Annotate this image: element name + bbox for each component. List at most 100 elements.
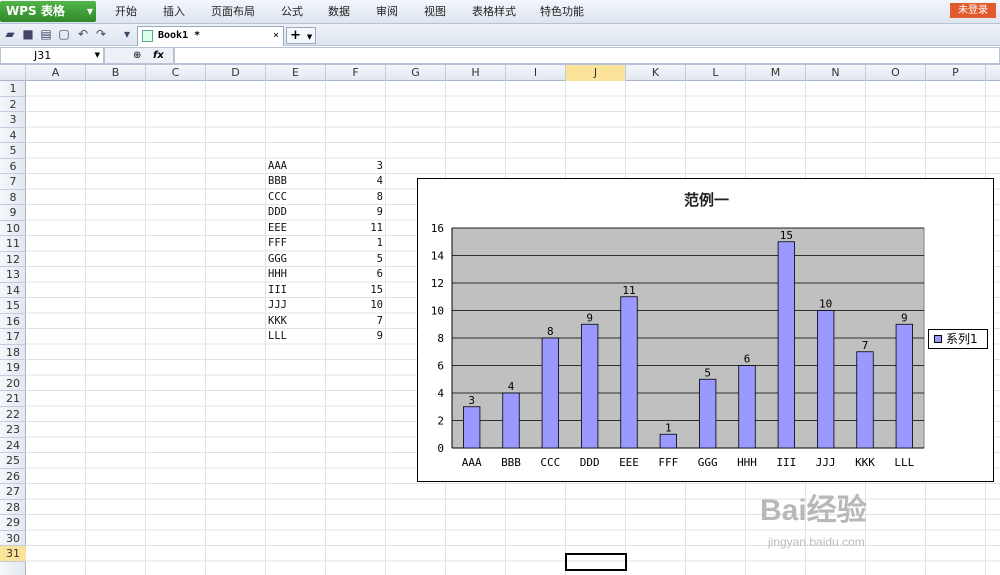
menu-view[interactable]: 视图 <box>424 0 446 24</box>
column-header-c[interactable]: C <box>146 65 206 81</box>
print-preview-icon[interactable]: ▢ <box>57 27 71 41</box>
column-header-a[interactable]: A <box>26 65 86 81</box>
active-cell-j31[interactable] <box>565 553 627 571</box>
row-header-11[interactable]: 11 <box>0 236 26 252</box>
chart[interactable]: 0 2 4 6 8 10 12 14 16 3 AAA 4 BBB 8 CCC 9 DDD 11 EEE 1 FFF 5 G… <box>417 178 994 482</box>
cell-value[interactable]: 7 <box>326 314 383 329</box>
cell-label[interactable]: KKK <box>268 314 324 329</box>
save-icon[interactable]: ■ <box>21 27 35 41</box>
cell-value[interactable]: 8 <box>326 190 383 205</box>
column-header-f[interactable]: F <box>326 65 386 81</box>
column-header-l[interactable]: L <box>686 65 746 81</box>
row-header-26[interactable]: 26 <box>0 469 26 484</box>
new-tab-button[interactable]: + ▼ <box>286 27 316 44</box>
name-box[interactable]: J31 ▼ <box>0 47 104 64</box>
row-header-4[interactable]: 4 <box>0 128 26 143</box>
row-header-23[interactable]: 23 <box>0 422 26 438</box>
column-header-k[interactable]: K <box>626 65 686 81</box>
row-header-27[interactable]: 27 <box>0 484 26 500</box>
cell-value[interactable]: 11 <box>326 221 383 236</box>
row-header-3[interactable]: 3 <box>0 112 26 128</box>
cell-label[interactable]: III <box>268 283 324 298</box>
customize-toolbar-icon[interactable]: ▾ <box>120 27 134 41</box>
cell-label[interactable]: BBB <box>268 174 324 189</box>
row-header-10[interactable]: 10 <box>0 221 26 236</box>
open-folder-icon[interactable]: ▰ <box>3 27 17 41</box>
row-header-18[interactable]: 18 <box>0 345 26 360</box>
menu-home[interactable]: 开始 <box>115 0 137 24</box>
cell-value[interactable]: 9 <box>326 205 383 220</box>
row-header-21[interactable]: 21 <box>0 391 26 407</box>
cell-value[interactable]: 15 <box>326 283 383 298</box>
row-header-9[interactable]: 9 <box>0 205 26 221</box>
function-icon[interactable]: fx <box>153 48 164 63</box>
column-header-b[interactable]: B <box>86 65 146 81</box>
row-header-6[interactable]: 6 <box>0 159 26 174</box>
menu-page-layout[interactable]: 页面布局 <box>211 0 255 24</box>
menu-review[interactable]: 审阅 <box>376 0 398 24</box>
row-header-14[interactable]: 14 <box>0 283 26 298</box>
chart-legend[interactable]: 系列1 <box>928 329 988 349</box>
cell-value[interactable]: 6 <box>326 267 383 282</box>
column-header-d[interactable]: D <box>206 65 266 81</box>
row-header-31[interactable]: 31 <box>0 546 26 562</box>
row-header-20[interactable]: 20 <box>0 376 26 391</box>
row-header-16[interactable]: 16 <box>0 314 26 329</box>
row-header-5[interactable]: 5 <box>0 143 26 159</box>
zoom-icon[interactable]: ⊕ <box>133 48 141 63</box>
row-header-7[interactable]: 7 <box>0 174 26 190</box>
cell-label[interactable]: FFF <box>268 236 324 251</box>
menu-formula[interactable]: 公式 <box>281 0 303 24</box>
chevron-down-icon[interactable]: ▼ <box>95 48 100 63</box>
redo-icon[interactable]: ↷ <box>94 27 108 41</box>
cell-label[interactable]: LLL <box>268 329 324 344</box>
cell-label[interactable]: CCC <box>268 190 324 205</box>
login-button[interactable]: 未登录 <box>950 3 996 18</box>
row-header-2[interactable]: 2 <box>0 97 26 112</box>
row-header-8[interactable]: 8 <box>0 190 26 205</box>
close-icon[interactable]: × <box>273 27 279 45</box>
row-header-15[interactable]: 15 <box>0 298 26 314</box>
column-header-o[interactable]: O <box>866 65 926 81</box>
select-all-corner[interactable] <box>0 65 26 81</box>
row-header-28[interactable]: 28 <box>0 500 26 515</box>
cell-value[interactable]: 3 <box>326 159 383 174</box>
row-header-19[interactable]: 19 <box>0 360 26 376</box>
row-header-25[interactable]: 25 <box>0 453 26 469</box>
column-header-h[interactable]: H <box>446 65 506 81</box>
column-header-p[interactable]: P <box>926 65 986 81</box>
row-header-29[interactable]: 29 <box>0 515 26 531</box>
column-header-n[interactable]: N <box>806 65 866 81</box>
row-header-1[interactable]: 1 <box>0 81 26 97</box>
row-header-22[interactable]: 22 <box>0 407 26 422</box>
formula-input[interactable] <box>174 47 1000 64</box>
column-header-e[interactable]: E <box>266 65 326 81</box>
cell-label[interactable]: EEE <box>268 221 324 236</box>
cell-label[interactable]: AAA <box>268 159 324 174</box>
tab-book1[interactable]: Book1 * × <box>137 26 284 46</box>
menu-insert[interactable]: 插入 <box>163 0 185 24</box>
menu-special[interactable]: 特色功能 <box>540 0 584 24</box>
cell-value[interactable]: 5 <box>326 252 383 267</box>
row-header-30[interactable]: 30 <box>0 531 26 546</box>
undo-icon[interactable]: ↶ <box>76 27 90 41</box>
cell-value[interactable]: 1 <box>326 236 383 251</box>
column-header-j[interactable]: J <box>566 65 626 81</box>
menu-table-style[interactable]: 表格样式 <box>472 0 516 24</box>
cell-value[interactable]: 9 <box>326 329 383 344</box>
cell-label[interactable]: JJJ <box>268 298 324 313</box>
cell-value[interactable]: 4 <box>326 174 383 189</box>
column-header-m[interactable]: M <box>746 65 806 81</box>
row-header-17[interactable]: 17 <box>0 329 26 345</box>
row-header-13[interactable]: 13 <box>0 267 26 283</box>
column-header-g[interactable]: G <box>386 65 446 81</box>
cell-label[interactable]: GGG <box>268 252 324 267</box>
cell-value[interactable]: 10 <box>326 298 383 313</box>
row-header-24[interactable]: 24 <box>0 438 26 453</box>
cell-label[interactable]: HHH <box>268 267 324 282</box>
column-header-i[interactable]: I <box>506 65 566 81</box>
print-icon[interactable]: ▤ <box>39 27 53 41</box>
row-header-12[interactable]: 12 <box>0 252 26 267</box>
menu-data[interactable]: 数据 <box>328 0 350 24</box>
cell-label[interactable]: DDD <box>268 205 324 220</box>
